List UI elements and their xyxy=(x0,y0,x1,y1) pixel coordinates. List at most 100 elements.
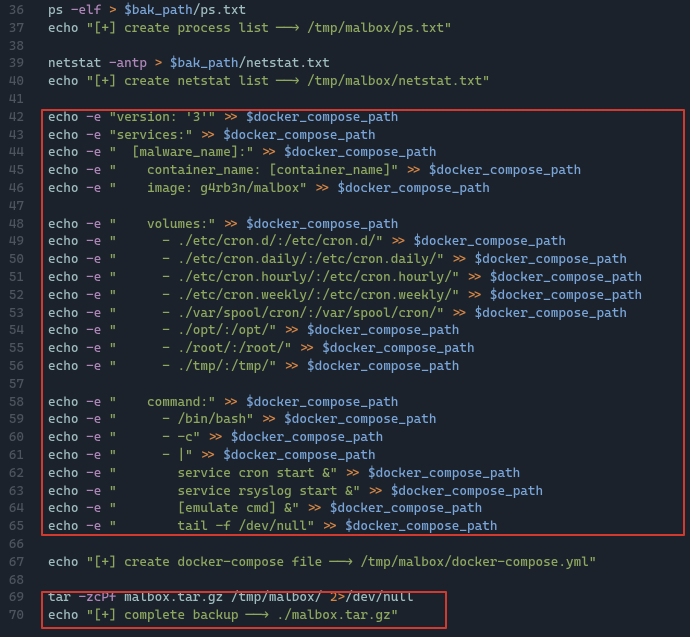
token-var: $docker_compose_path xyxy=(246,217,398,232)
token-plain xyxy=(78,252,86,267)
line-content: echo -e " [emulate cmd] &" >> $docker_co… xyxy=(34,500,482,518)
token-plain: netstat xyxy=(48,56,109,71)
line-content: echo -e "version: '3'" >> $docker_compos… xyxy=(34,109,398,127)
token-cmd: echo xyxy=(48,21,78,36)
token-op: > xyxy=(109,3,117,18)
code-line: 43echo -e "services:" >> $docker_compose… xyxy=(0,127,690,145)
token-var: $docker_compose_path xyxy=(475,252,627,267)
token-var: $docker_compose_path xyxy=(490,270,642,285)
code-line: 59echo -e " - /bin/bash" >> $docker_comp… xyxy=(0,411,690,429)
token-plain xyxy=(101,306,109,321)
token-str: " - ./var/spool/cron/:/var/spool/cron/" xyxy=(109,306,444,321)
token-plain xyxy=(383,484,391,499)
token-str: " - -c" xyxy=(109,430,200,445)
line-content: echo -e " - ./etc/cron.weekly/:/etc/cron… xyxy=(34,287,642,305)
code-line: 57 xyxy=(0,376,690,394)
code-line: 66 xyxy=(0,536,690,554)
token-str: " - ./etc/cron.daily/:/etc/cron.daily/" xyxy=(109,252,444,267)
line-content: echo -e " - -c" >> $docker_compose_path xyxy=(34,429,383,447)
code-line: 63echo -e " service rsyslog start &" >> … xyxy=(0,483,690,501)
token-cmd: echo xyxy=(48,395,78,410)
token-var: $docker_compose_path xyxy=(345,519,497,534)
token-flag: -antp xyxy=(109,56,147,71)
line-number: 56 xyxy=(0,358,34,376)
code-line: 51echo -e " - ./etc/cron.hourly/:/etc/cr… xyxy=(0,269,690,287)
code-line: 68 xyxy=(0,572,690,590)
token-str: "[+] create process list ──→ /tmp/malbox… xyxy=(86,21,452,36)
token-op: >> xyxy=(315,181,330,196)
line-content: echo -e " container_name: [container_nam… xyxy=(34,162,581,180)
token-plain xyxy=(101,3,109,18)
token-op: >> xyxy=(368,484,383,499)
token-plain: /netstat.txt xyxy=(238,56,329,71)
code-line: 36ps -elf > $bak_path/ps.txt xyxy=(0,2,690,20)
token-plain: malbox.tar.gz /tmp/malbox/ xyxy=(117,590,330,605)
line-content: echo -e " - ./var/spool/cron/:/var/spool… xyxy=(34,305,627,323)
code-line: 58echo -e " command:" >> $docker_compose… xyxy=(0,394,690,412)
token-plain xyxy=(277,323,285,338)
token-plain xyxy=(78,270,86,285)
token-plain xyxy=(101,412,109,427)
token-cmd: echo xyxy=(48,74,78,89)
token-plain xyxy=(78,412,86,427)
code-line: 41 xyxy=(0,91,690,109)
token-cmd: echo xyxy=(48,217,78,232)
line-number: 67 xyxy=(0,554,34,572)
line-content: ps -elf > $bak_path/ps.txt xyxy=(34,2,246,20)
token-op: >> xyxy=(299,341,314,356)
token-str: "version: '3'" xyxy=(109,110,216,125)
code-line: 65echo -e " tail -f /dev/null" >> $docke… xyxy=(0,518,690,536)
token-op: >> xyxy=(208,430,223,445)
token-plain xyxy=(78,288,86,303)
token-cmd: echo xyxy=(48,145,78,160)
token-cmd: echo xyxy=(48,163,78,178)
token-plain xyxy=(406,234,414,249)
token-flag: -e xyxy=(86,323,101,338)
token-plain xyxy=(360,466,368,481)
line-number: 51 xyxy=(0,269,34,287)
token-flag: -e xyxy=(86,306,101,321)
code-editor: 36ps -elf > $bak_path/ps.txt37echo "[+] … xyxy=(0,0,690,625)
token-plain xyxy=(482,270,490,285)
token-cmd: echo xyxy=(48,110,78,125)
line-number: 46 xyxy=(0,180,34,198)
token-cmd: echo xyxy=(48,430,78,445)
token-plain xyxy=(101,484,109,499)
line-number: 47 xyxy=(0,198,34,216)
token-var: $docker_compose_path xyxy=(307,323,459,338)
token-var: $docker_compose_path xyxy=(475,306,627,321)
token-cmd: echo xyxy=(48,234,78,249)
token-str: " [emulate cmd] &" xyxy=(109,501,299,516)
token-plain xyxy=(444,252,452,267)
token-str: " - ./etc/cron.d/:/etc/cron.d/" xyxy=(109,234,383,249)
token-var: $docker_compose_path xyxy=(223,448,375,463)
token-plain xyxy=(78,608,86,623)
token-op: >> xyxy=(261,145,276,160)
line-number: 43 xyxy=(0,127,34,145)
token-str: "[+] create docker-compose file ──→ /tmp… xyxy=(86,555,596,570)
token-plain xyxy=(162,56,170,71)
token-plain xyxy=(238,395,246,410)
line-number: 68 xyxy=(0,572,34,590)
token-plain xyxy=(101,448,109,463)
code-line: 64echo -e " [emulate cmd] &" >> $docker_… xyxy=(0,500,690,518)
line-number: 55 xyxy=(0,340,34,358)
token-plain xyxy=(467,306,475,321)
token-flag: -e xyxy=(86,341,101,356)
token-plain xyxy=(101,341,109,356)
token-str: " container_name: [container_name]" xyxy=(109,163,398,178)
line-content: echo -e " - ./tmp/:/tmp/" >> $docker_com… xyxy=(34,358,459,376)
token-op: >> xyxy=(406,163,421,178)
token-op: >> xyxy=(223,217,238,232)
token-flag: -e xyxy=(86,270,101,285)
code-line: 50echo -e " - ./etc/cron.daily/:/etc/cro… xyxy=(0,251,690,269)
token-flag: -e xyxy=(86,181,101,196)
token-op: >> xyxy=(467,288,482,303)
line-number: 61 xyxy=(0,447,34,465)
line-number: 49 xyxy=(0,233,34,251)
token-var: $docker_compose_path xyxy=(391,484,543,499)
token-op: >> xyxy=(284,323,299,338)
token-flag: -e xyxy=(86,430,101,445)
token-cmd: echo xyxy=(48,288,78,303)
token-plain xyxy=(78,430,86,445)
